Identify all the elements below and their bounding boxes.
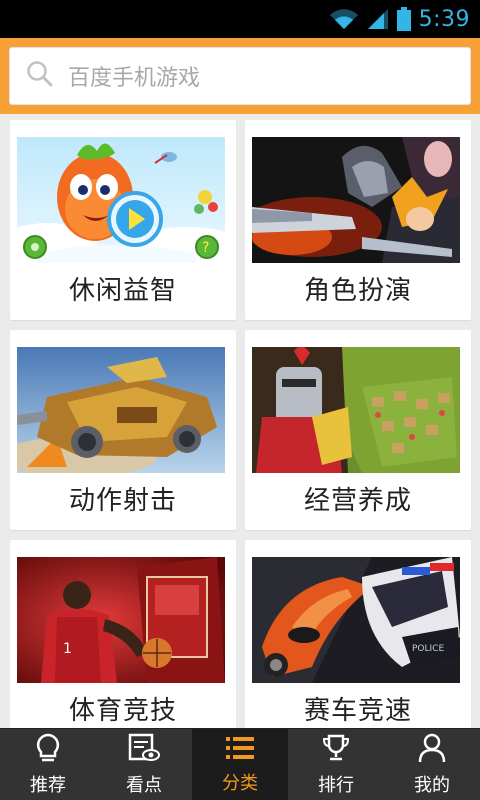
bottom-tab-bar: 推荐 看点 分类 排行 我的 — [0, 728, 480, 800]
category-card-action[interactable]: 动作射击 — [10, 330, 236, 530]
category-image-action — [17, 347, 225, 473]
category-image-rpg — [252, 137, 460, 263]
tab-highlights[interactable]: 看点 — [96, 729, 192, 800]
tab-categories[interactable]: 分类 — [192, 729, 288, 800]
category-label: 动作射击 — [68, 486, 177, 516]
list-icon — [225, 735, 255, 765]
category-label: 体育竞技 — [68, 696, 177, 726]
svg-text:POLICE: POLICE — [412, 644, 444, 654]
news-eye-icon — [128, 733, 160, 767]
category-card-management[interactable]: 经营养成 — [245, 330, 471, 530]
person-icon — [418, 733, 446, 767]
lightbulb-icon — [35, 733, 61, 767]
category-image-sports: 1 — [17, 557, 225, 683]
category-card-sports[interactable]: 1 体育竞技 — [10, 540, 236, 728]
search-input[interactable]: 百度手机游戏 — [9, 47, 471, 105]
tab-label: 排行 — [318, 774, 354, 796]
svg-text:?: ? — [202, 240, 209, 256]
signal-icon — [367, 8, 389, 30]
status-time: 5:39 — [418, 6, 470, 32]
trophy-icon — [321, 733, 351, 767]
tab-recommend[interactable]: 推荐 — [0, 729, 96, 800]
category-label: 休闲益智 — [68, 276, 177, 306]
category-grid: ? 休闲益智 角色扮演 动作射击 经营养成 1 体育竞技 POLICE 赛车竞速 — [0, 114, 480, 728]
tab-rankings[interactable]: 排行 — [288, 729, 384, 800]
status-bar: 5:39 — [0, 0, 480, 38]
search-icon — [26, 60, 54, 92]
battery-icon — [396, 7, 411, 31]
category-image-casual: ? — [17, 137, 225, 263]
category-card-casual[interactable]: ? 休闲益智 — [10, 120, 236, 320]
tab-label: 分类 — [222, 772, 258, 794]
tab-label: 看点 — [126, 774, 162, 796]
category-image-racing: POLICE — [252, 557, 460, 683]
tab-mine[interactable]: 我的 — [384, 729, 480, 800]
search-header: 百度手机游戏 — [0, 38, 480, 114]
category-image-management — [252, 347, 460, 473]
category-label: 赛车竞速 — [303, 696, 412, 726]
category-label: 经营养成 — [303, 486, 412, 516]
tab-label: 我的 — [414, 774, 450, 796]
search-placeholder: 百度手机游戏 — [68, 66, 201, 91]
category-card-rpg[interactable]: 角色扮演 — [245, 120, 471, 320]
tab-label: 推荐 — [30, 774, 66, 796]
svg-text:1: 1 — [63, 641, 72, 657]
category-label: 角色扮演 — [303, 276, 412, 306]
category-card-racing[interactable]: POLICE 赛车竞速 — [245, 540, 471, 728]
wifi-icon — [329, 8, 359, 30]
